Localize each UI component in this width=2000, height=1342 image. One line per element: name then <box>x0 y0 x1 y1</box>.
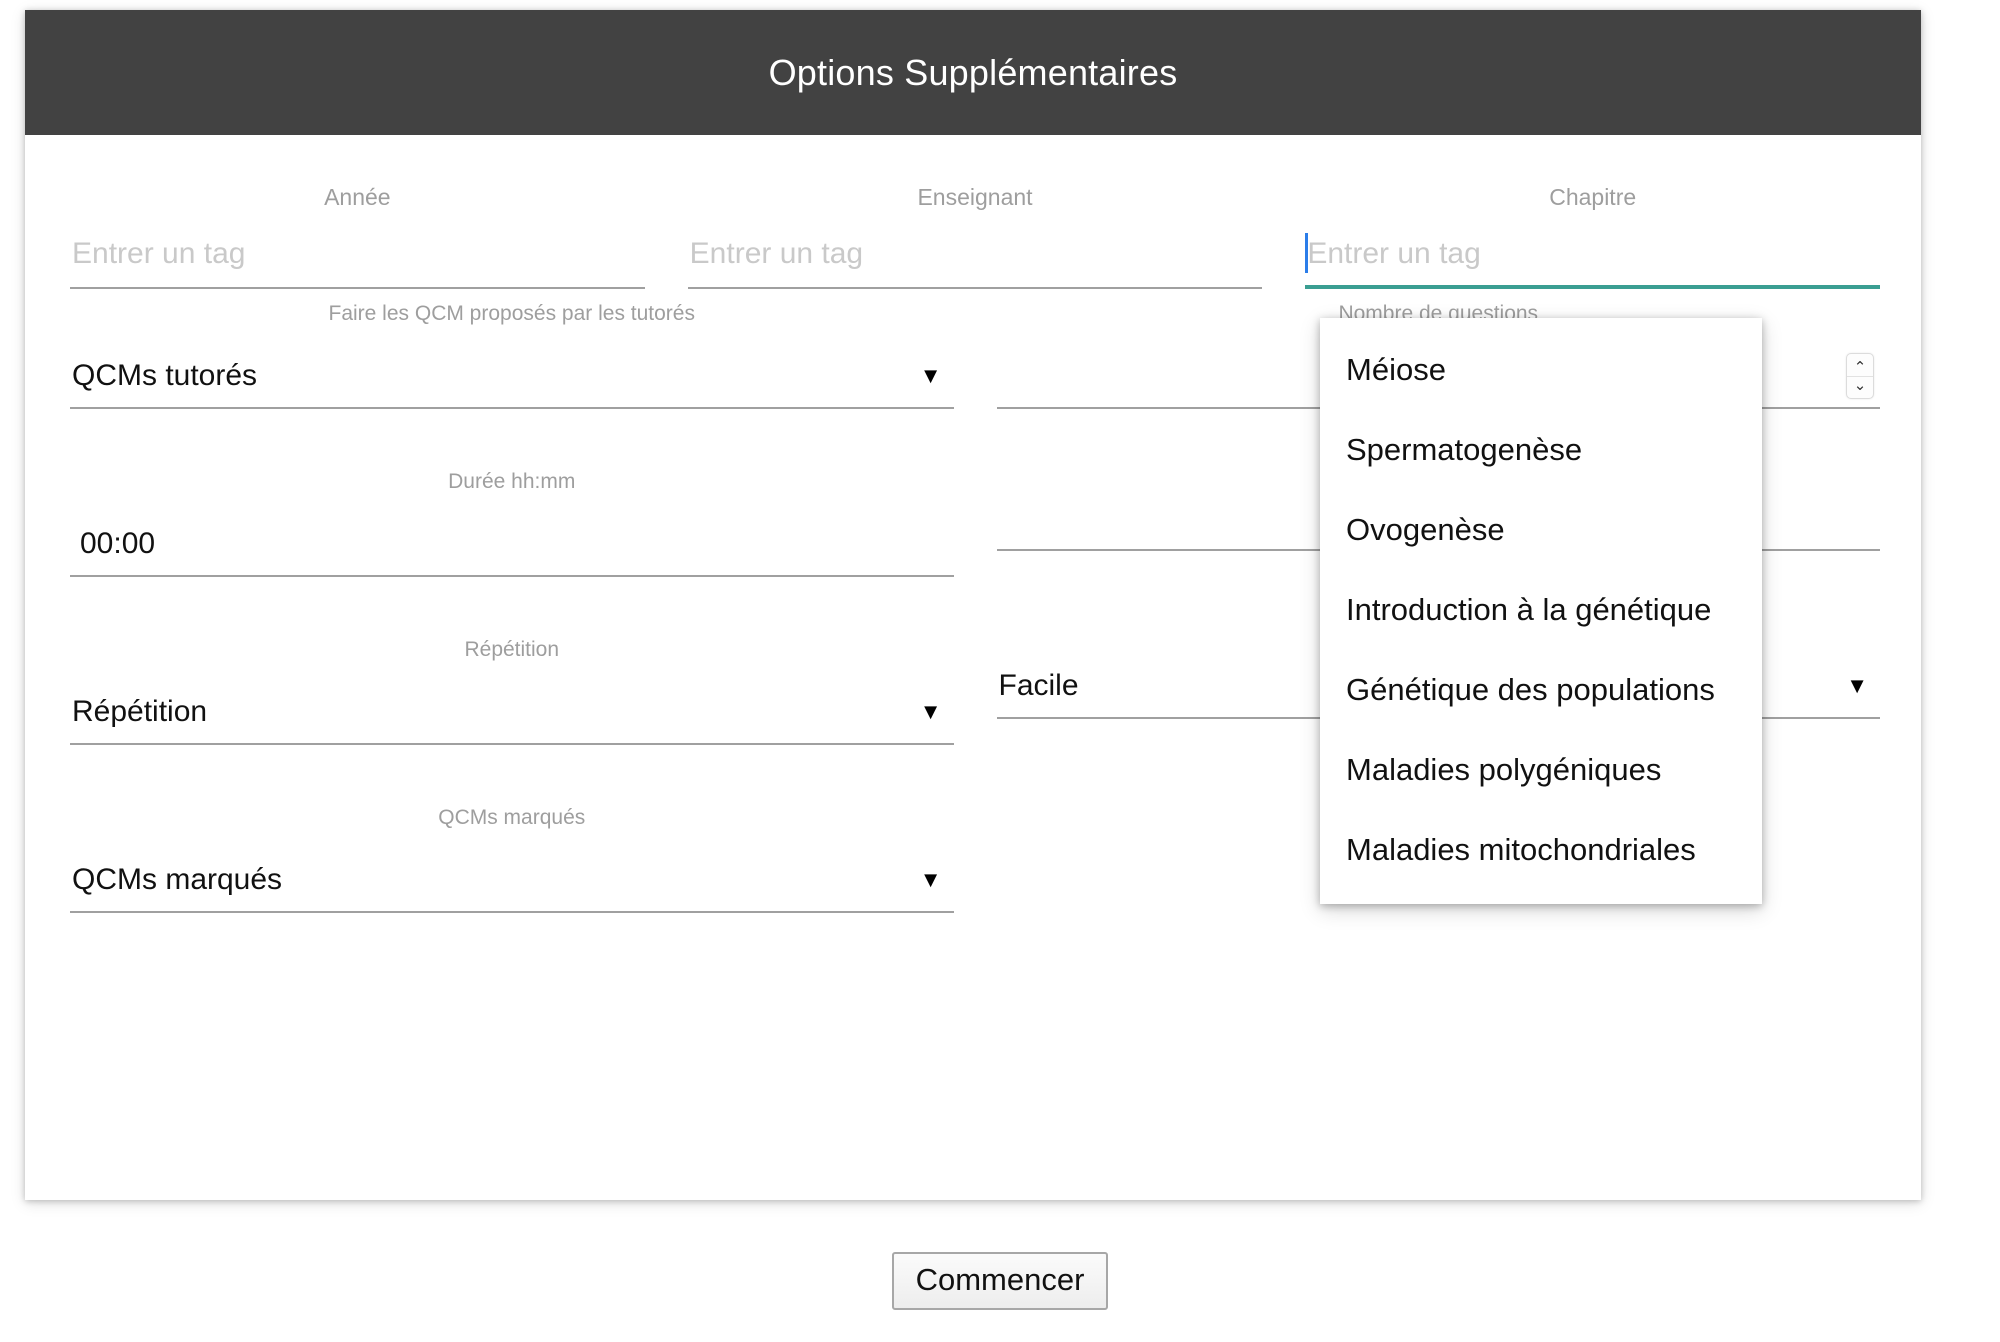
start-button[interactable]: Commencer <box>891 1252 1109 1310</box>
underline-marked-qcm <box>70 911 954 913</box>
select-face-tutored-qcm[interactable]: QCMs tutorés ▼ <box>72 349 946 403</box>
select-marked-qcm[interactable]: QCMs marqués ▼ <box>70 853 954 913</box>
tag-field-annee: Année <box>70 183 645 289</box>
tag-underline-enseignant <box>687 287 1263 289</box>
number-spinner-icon[interactable]: ⌃ ⌄ <box>1846 353 1874 399</box>
tag-field-enseignant: Enseignant <box>687 183 1263 289</box>
tag-fields-row: Année Enseignant Chapitre <box>70 183 1881 289</box>
text-caret <box>1305 233 1309 273</box>
duration-value[interactable]: 00:00 <box>80 517 155 571</box>
tag-label-annee: Année <box>324 184 391 210</box>
field-repetition: Répétition Répétition ▼ <box>70 637 954 757</box>
tag-field-chapitre: Chapitre <box>1305 183 1881 289</box>
tag-label-enseignant: Enseignant <box>917 184 1033 210</box>
dialog-header: Options Supplémentaires <box>25 10 1921 135</box>
field-label-repetition: Répétition <box>464 638 560 661</box>
underline-repetition <box>70 743 954 745</box>
dialog-footer: Commencer <box>0 1252 2000 1310</box>
select-face-marked-qcm[interactable]: QCMs marqués ▼ <box>72 853 946 907</box>
dropdown-item-maladies-mitochondriales[interactable]: Maladies mitochondriales <box>1320 810 1762 890</box>
tag-underline-annee <box>70 287 645 289</box>
select-value-tutored-qcm: QCMs tutorés <box>72 359 258 392</box>
field-label-duration: Durée hh:mm <box>448 470 576 493</box>
select-face-repetition[interactable]: Répétition ▼ <box>72 685 946 739</box>
chevron-down-icon: ▼ <box>919 867 942 892</box>
underline-duration <box>70 575 954 577</box>
select-value-repetition: Répétition <box>72 695 208 728</box>
tag-input-chapitre[interactable] <box>1305 231 1881 277</box>
select-value-difficulty: Facile <box>998 669 1079 702</box>
select-value-marked-qcm: QCMs marqués <box>72 863 283 896</box>
dialog-title: Options Supplémentaires <box>768 51 1178 93</box>
field-tutored-qcm: Faire les QCM proposés par les tutorés Q… <box>70 301 954 421</box>
select-repetition[interactable]: Répétition ▼ <box>70 685 954 745</box>
tag-input-wrap-enseignant <box>687 231 1263 289</box>
tag-input-wrap-annee <box>70 231 645 289</box>
select-tutored-qcm[interactable]: QCMs tutorés ▼ <box>70 349 954 409</box>
field-duration: Durée hh:mm 00:00 <box>70 469 954 589</box>
underline-tutored-qcm <box>70 407 954 409</box>
field-marked-qcm: QCMs marqués QCMs marqués ▼ <box>70 805 954 925</box>
time-input-duration[interactable]: 00:00 <box>70 517 954 577</box>
dropdown-item-genetique-populations[interactable]: Génétique des populations <box>1320 650 1762 730</box>
tag-input-wrap-chapitre <box>1305 231 1881 289</box>
dropdown-item-introduction-genetique[interactable]: Introduction à la génétique <box>1320 570 1762 650</box>
page-root: Options Supplémentaires Année Enseignant <box>0 0 2000 1342</box>
tag-input-annee[interactable] <box>70 231 645 277</box>
spinner-up-icon[interactable]: ⌃ <box>1854 360 1867 375</box>
chevron-down-icon: ▼ <box>919 699 942 724</box>
spinner-down-icon[interactable]: ⌄ <box>1854 378 1867 393</box>
chevron-down-icon: ▼ <box>1846 673 1868 698</box>
dropdown-item-spermatogenese[interactable]: Spermatogenèse <box>1320 410 1762 490</box>
chapitre-suggestions-dropdown: Méiose Spermatogenèse Ovogenèse Introduc… <box>1320 318 1762 904</box>
dropdown-item-maladies-polygeniques[interactable]: Maladies polygéniques <box>1320 730 1762 810</box>
tag-underline-chapitre <box>1305 285 1881 289</box>
dropdown-item-ovogenese[interactable]: Ovogenèse <box>1320 490 1762 570</box>
field-label-tutored-qcm: Faire les QCM proposés par les tutorés <box>328 302 695 325</box>
field-label-marked-qcm: QCMs marqués <box>438 806 586 829</box>
dropdown-item-meiose[interactable]: Méiose <box>1320 330 1762 410</box>
tag-label-chapitre: Chapitre <box>1549 184 1637 210</box>
tag-input-enseignant[interactable] <box>687 231 1263 277</box>
chevron-down-icon: ▼ <box>919 363 942 388</box>
